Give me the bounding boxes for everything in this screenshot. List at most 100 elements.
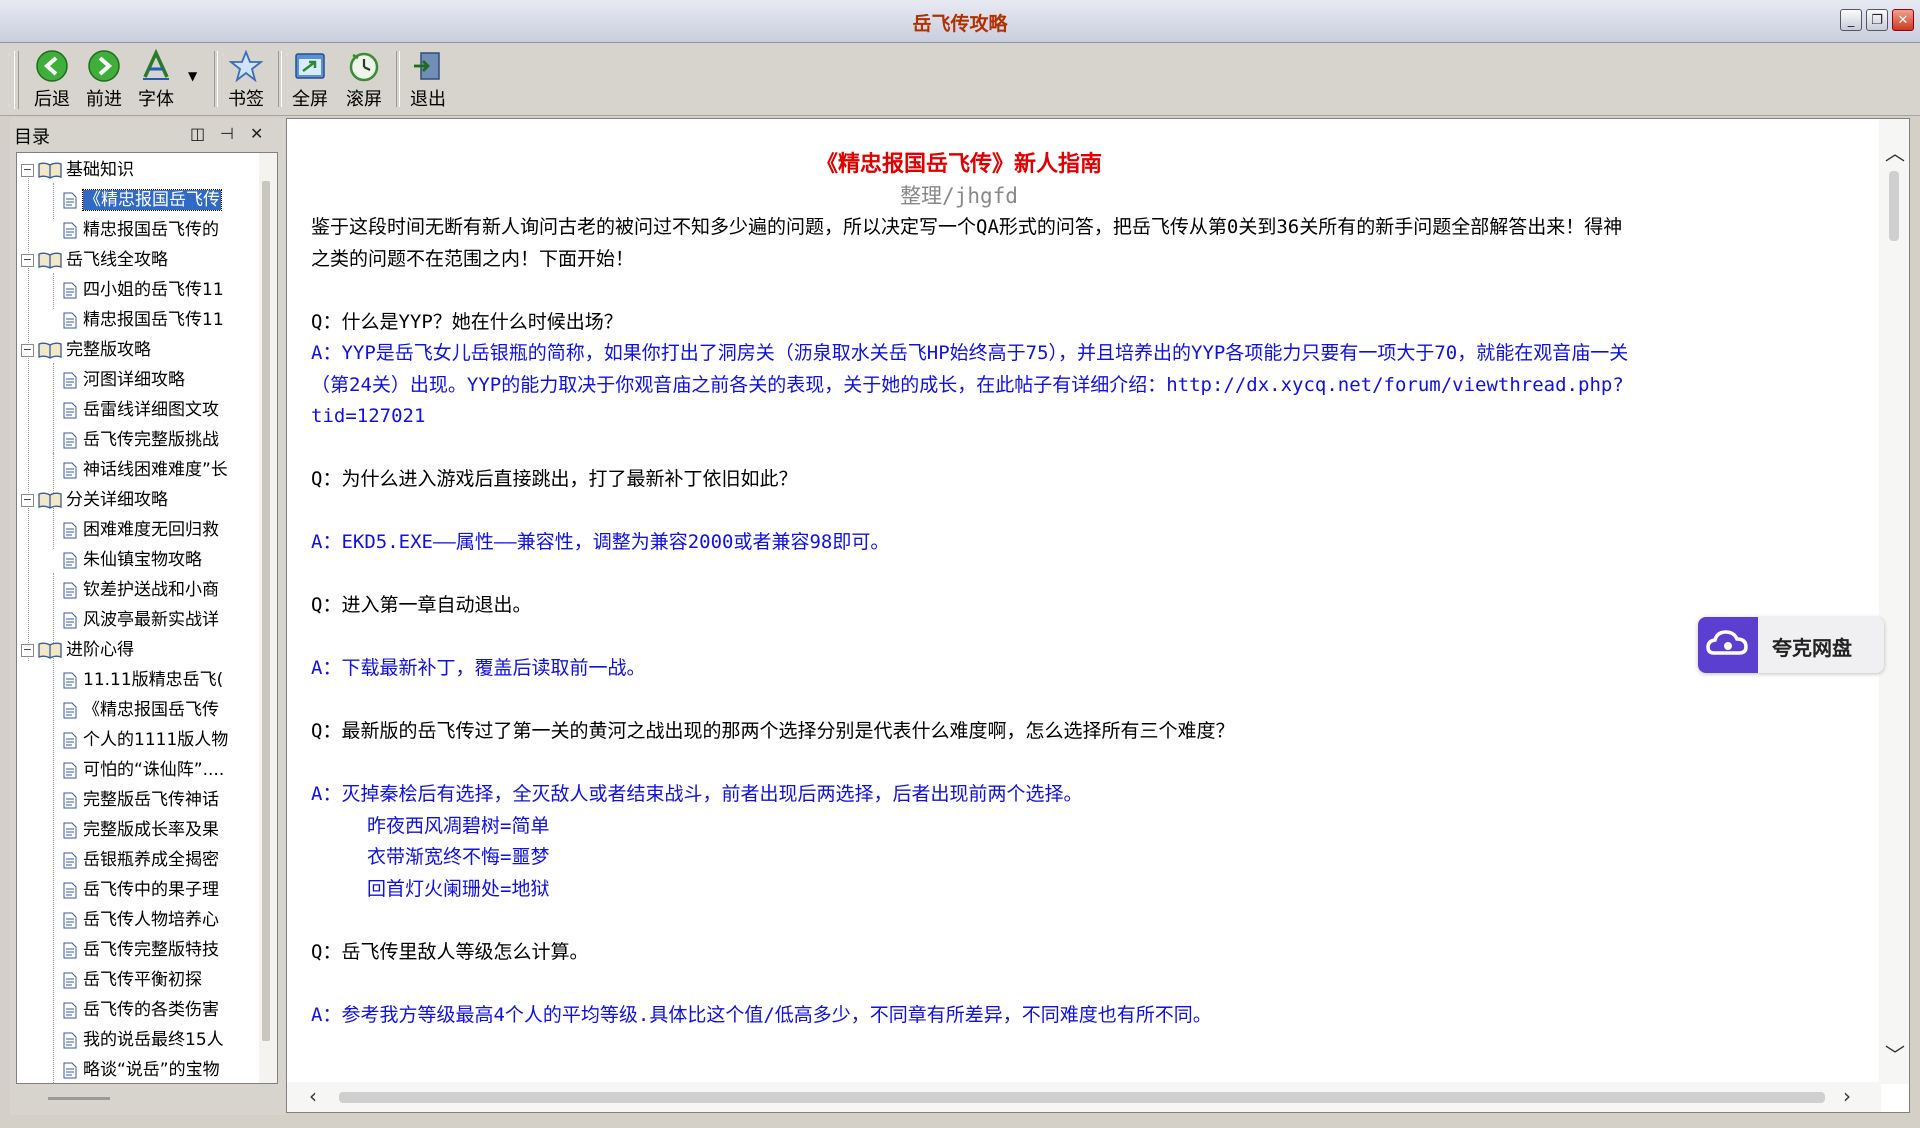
tree-group[interactable]: − 进阶心得 [21,637,134,663]
open-book-icon [38,342,62,359]
tree-item[interactable]: 风波亭最新实战详 [63,607,219,633]
bookmark-button[interactable]: 书签 [220,49,272,111]
tree-group[interactable]: − 分关详细攻略 [21,487,168,513]
tree-group[interactable]: − 完整版攻略 [21,337,151,363]
answer: A：下载最新补丁，覆盖后读取前一战。 [311,657,646,679]
tree-item[interactable]: 我的说岳最终15人 [63,1027,224,1053]
tree-item-label: 略谈“说岳”的宝物 [83,1060,220,1080]
tree-item[interactable]: 岳飞传平衡初探 [63,967,202,993]
tree-item-label: 可怕的“诛仙阵”.... [83,760,225,780]
tree-item[interactable]: 11.11版精忠岳飞( [63,667,223,693]
doc-title: 《精忠报国岳飞传》新人指南 [815,152,1102,177]
tree-item[interactable]: 岳飞传完整版特技 [63,937,219,963]
close-pane-icon[interactable]: ✕ [250,124,263,143]
answer: A：YYP是岳飞女儿岳银瓶的简称，如果你打出了洞房关（沥泉取水关岳飞HP始终高于… [311,342,1629,364]
tree-item[interactable]: 岳飞传的各类伤害 [63,997,219,1023]
document-icon [63,372,77,388]
document-body: 《精忠报国岳飞传》新人指南 整理/jhgfd 鉴于这段时间无断有新人询问古老的被… [311,149,1867,1083]
tree-line [53,273,54,309]
tree-item[interactable]: 岳飞传中的果子理 [63,877,219,903]
tree-item[interactable]: 河图详细攻略 [63,367,185,393]
tree-item[interactable]: 个人的1111版人物 [63,727,228,753]
content-scroll-thumb[interactable] [1889,171,1899,241]
tree-item[interactable]: 岳银瓶养成全揭密 [63,847,219,873]
restore-button[interactable]: ❐ [1866,9,1888,31]
sidebar-title: 目录 [14,127,50,148]
question: Q：什么是YYP？她在什么时候出场？ [311,310,623,333]
tree-hscroll-thumb[interactable] [48,1097,110,1100]
tree-group[interactable]: − 基础知识 [21,157,134,183]
back-button[interactable]: 后退 [26,49,78,111]
scroll-up-icon[interactable]: ︿ [1885,137,1905,166]
fullscreen-label: 全屏 [292,89,328,110]
tree-item[interactable]: 略谈“说岳”的宝物 [63,1057,220,1083]
font-button[interactable]: 字体 [130,49,182,111]
content-hscroll-thumb[interactable] [339,1092,1825,1103]
tree-scroll-thumb[interactable] [262,181,270,1041]
doc-subtitle: 整理/jhgfd [900,183,1018,208]
tree-item[interactable]: 可怕的“诛仙阵”.... [63,757,224,783]
content-vertical-scrollbar[interactable]: ︿ ﹀ [1879,119,1909,1084]
document-icon [63,1062,77,1078]
tree-item[interactable]: 岳飞传完整版挑战 [63,427,219,453]
window-title: 岳飞传攻略 [912,13,1008,35]
collapse-toggle[interactable]: − [21,253,34,267]
collapse-toggle[interactable]: − [21,643,34,657]
tree-item[interactable]: 钦差护送战和小商 [63,577,219,603]
collapse-toggle[interactable]: − [21,493,34,507]
collapse-toggle[interactable]: − [21,163,34,177]
document-icon [63,912,77,928]
tree-item[interactable]: 神话线困难难度”长 [63,457,228,483]
tree-vertical-scrollbar[interactable] [259,153,277,1083]
tree-item-label: 精忠报国岳飞传的 [83,220,219,240]
tree-horizontal-scrollbar[interactable] [16,1086,278,1112]
close-button[interactable]: ✕ [1892,9,1914,31]
tree-item-label: 完整版成长率及果 [83,820,219,840]
clock-icon [349,52,379,82]
tree-item[interactable]: 完整版岳飞传神话 [63,787,219,813]
tree-item[interactable]: 岳雷线详细图文攻 [63,397,219,423]
tree-item[interactable]: 完整版成长率及果 [63,817,219,843]
content-horizontal-scrollbar[interactable]: ‹ › [287,1082,1881,1112]
document-icon [63,582,77,598]
tree-item[interactable]: 《精忠报国岳飞传 [63,187,222,213]
scroll-left-icon[interactable]: ‹ [309,1084,317,1108]
fullscreen-button[interactable]: 全屏 [284,49,336,111]
answer: A：灭掉秦桧后有选择，全灭敌人或者结束战斗，前者出现后两选择，后者出现前两个选择… [311,783,1083,805]
tree-item[interactable]: 岳飞传人物培养心 [63,907,219,933]
tree-group-label: 岳飞线全攻略 [66,250,168,270]
document-icon [63,672,77,688]
exit-button[interactable]: 退出 [402,49,454,111]
tree-item[interactable]: 朱仙镇宝物攻略 [63,547,202,573]
font-dropdown-icon[interactable]: ▼ [188,69,197,83]
tree-group[interactable]: − 岳飞线全攻略 [21,247,168,273]
tree-item[interactable]: 困难难度无回归救 [63,517,219,543]
forward-button[interactable]: 前进 [78,49,130,111]
autoscroll-button[interactable]: 滚屏 [338,49,390,111]
minimize-button[interactable]: _ [1840,9,1862,31]
dock-icon[interactable]: ◫ [190,124,205,143]
collapse-toggle[interactable]: − [21,343,34,357]
tree-item-label: 朱仙镇宝物攻略 [83,550,202,570]
tree-item[interactable]: 精忠报国岳飞传的 [63,217,219,243]
tree-item[interactable]: 四小姐的岳飞传11 [63,277,224,303]
open-book-icon [38,642,62,659]
toc-tree: − 基础知识 《精忠报国岳飞传 精忠报国岳飞传的 − 岳飞线全攻略 四小姐的岳飞传1… [16,152,278,1084]
tree-item[interactable]: 《精忠报国岳飞传 [63,697,219,723]
scroll-down-icon[interactable]: ﹀ [1885,1039,1905,1068]
exit-label: 退出 [410,89,446,110]
tree-item-label: 四小姐的岳飞传11 [83,280,224,300]
tree-item-label: 精忠报国岳飞传11 [83,310,224,330]
bookmark-label: 书签 [228,89,264,110]
scroll-right-icon[interactable]: › [1843,1084,1851,1108]
quark-drive-widget[interactable]: 夸克网盘 [1698,617,1884,673]
tree-item[interactable]: 精忠报国岳飞传11 [63,307,224,333]
toolbar-grip[interactable] [14,51,19,109]
pin-icon[interactable]: ⊣ [220,124,234,143]
